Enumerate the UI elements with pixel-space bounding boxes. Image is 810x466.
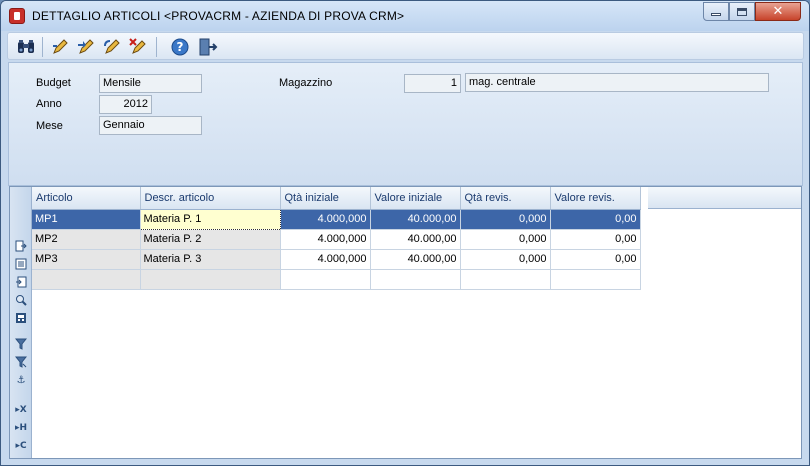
binoculars-icon[interactable]: [16, 37, 36, 57]
cell-qta-iniziale[interactable]: 4.000,000: [280, 229, 371, 250]
table-row-empty[interactable]: [32, 269, 641, 290]
title-bar[interactable]: DETTAGLIO ARTICOLI <PROVACRM - AZIENDA D…: [1, 1, 809, 31]
delete-icon[interactable]: [128, 37, 148, 57]
cell-descr[interactable]: Materia P. 3: [140, 249, 281, 270]
anno-label: Anno: [36, 98, 62, 110]
budget-field[interactable]: Mensile: [99, 74, 202, 93]
cell-valore-iniziale[interactable]: 40.000,00: [370, 209, 461, 230]
toolbar-separator: [42, 37, 43, 57]
filter-remove-icon[interactable]: [14, 355, 28, 369]
window-title: DETTAGLIO ARTICOLI <PROVACRM - AZIENDA D…: [32, 9, 405, 23]
grid-header-filler: [648, 187, 801, 209]
articles-table: Articolo Descr. articolo Qtà iniziale Va…: [32, 187, 641, 290]
filter-c-icon[interactable]: ▸C: [14, 439, 28, 453]
edit-icon[interactable]: [50, 37, 70, 57]
toolbar-separator: [156, 37, 157, 57]
calculator-icon[interactable]: [14, 311, 28, 325]
cell-valore-revis[interactable]: [550, 269, 641, 290]
table-header-row: Articolo Descr. articolo Qtà iniziale Va…: [32, 187, 641, 210]
column-header-descr[interactable]: Descr. articolo: [140, 187, 281, 210]
minimize-icon: [711, 13, 721, 16]
minimize-button[interactable]: [703, 2, 729, 21]
magazzino-desc-field: mag. centrale: [465, 73, 769, 92]
mese-label: Mese: [36, 120, 63, 132]
filter-icon[interactable]: [14, 337, 28, 351]
cell-articolo[interactable]: MP2: [32, 229, 141, 250]
cell-qta-revis[interactable]: 0,000: [460, 229, 551, 250]
grid-side-toolbar: ⚓ ▸X ▸H ▸C: [10, 187, 32, 458]
cell-valore-revis[interactable]: 0,00: [550, 249, 641, 270]
anchor-icon[interactable]: ⚓: [14, 373, 28, 387]
anno-field[interactable]: 2012: [99, 95, 152, 114]
svg-text:?: ?: [177, 40, 184, 54]
cell-valore-revis[interactable]: 0,00: [550, 229, 641, 250]
magazzino-label: Magazzino: [279, 77, 333, 89]
close-icon: ✕: [772, 4, 784, 19]
column-header-qta-iniziale[interactable]: Qtà iniziale: [280, 187, 371, 210]
exit-icon[interactable]: [198, 37, 218, 57]
cell-valore-revis[interactable]: 0,00: [550, 209, 641, 230]
cell-qta-iniziale[interactable]: 4.000,000: [280, 249, 371, 270]
export-icon[interactable]: [14, 275, 28, 289]
table-row[interactable]: MP2 Materia P. 2 4.000,000 40.000,00 0,0…: [32, 229, 641, 250]
maximize-icon: [737, 7, 747, 16]
cell-descr[interactable]: Materia P. 1: [139, 208, 281, 230]
articles-grid: ⚓ ▸X ▸H ▸C Articolo Descr. articolo Qtà …: [9, 186, 802, 459]
cell-descr[interactable]: Materia P. 2: [140, 229, 281, 250]
header-form: Budget Mensile Anno 2012 Mese Gennaio Ma…: [8, 62, 803, 186]
close-button[interactable]: ✕: [755, 2, 801, 21]
cell-valore-iniziale[interactable]: 40.000,00: [370, 229, 461, 250]
help-icon[interactable]: ?: [170, 37, 190, 57]
cell-articolo[interactable]: MP1: [32, 209, 141, 230]
cell-qta-revis[interactable]: [460, 269, 551, 290]
insert-row-icon[interactable]: [14, 239, 28, 253]
cell-qta-revis[interactable]: 0,000: [460, 249, 551, 270]
edit-undo-icon[interactable]: [102, 37, 122, 57]
main-window: DETTAGLIO ARTICOLI <PROVACRM - AZIENDA D…: [0, 0, 810, 466]
column-header-qta-revis[interactable]: Qtà revis.: [460, 187, 551, 210]
table-row[interactable]: MP3 Materia P. 3 4.000,000 40.000,00 0,0…: [32, 249, 641, 270]
mese-field[interactable]: Gennaio: [99, 116, 202, 135]
cell-articolo[interactable]: MP3: [32, 249, 141, 270]
budget-label: Budget: [36, 77, 71, 89]
table-row[interactable]: MP1 Materia P. 1 4.000,000 40.000,00 0,0…: [32, 208, 641, 230]
cell-qta-revis[interactable]: 0,000: [460, 209, 551, 230]
cell-valore-iniziale[interactable]: [370, 269, 461, 290]
maximize-button[interactable]: [729, 2, 755, 21]
cell-valore-iniziale[interactable]: 40.000,00: [370, 249, 461, 270]
toolbar: ?: [7, 32, 804, 60]
cell-descr[interactable]: [140, 269, 281, 290]
zoom-icon[interactable]: [14, 293, 28, 307]
filter-h-icon[interactable]: ▸H: [14, 421, 28, 435]
cell-qta-iniziale[interactable]: [280, 269, 371, 290]
column-header-valore-iniziale[interactable]: Valore iniziale: [370, 187, 461, 210]
list-icon[interactable]: [14, 257, 28, 271]
cell-articolo[interactable]: [32, 269, 141, 290]
column-header-valore-revis[interactable]: Valore revis.: [550, 187, 641, 210]
cell-qta-iniziale[interactable]: 4.000,000: [280, 209, 371, 230]
app-icon[interactable]: [9, 8, 25, 24]
edit-next-icon[interactable]: [76, 37, 96, 57]
magazzino-code-field[interactable]: 1: [404, 74, 461, 93]
filter-x-icon[interactable]: ▸X: [14, 403, 28, 417]
column-header-articolo[interactable]: Articolo: [32, 187, 141, 210]
